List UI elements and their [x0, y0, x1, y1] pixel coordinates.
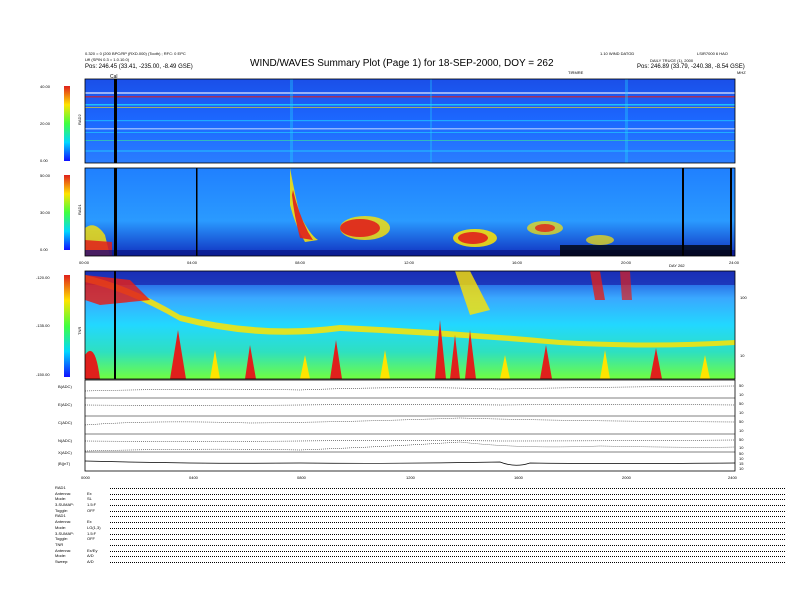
line-panel-right: 10: [739, 392, 744, 397]
line-panel-label: E(ADC): [58, 402, 72, 407]
line-panel-right: 10: [739, 428, 744, 433]
line-panel-right: 50: [739, 383, 744, 388]
rad1-tick: 0.00: [40, 247, 48, 252]
bottom-time-tick: 2000: [622, 475, 631, 480]
rad2-spectrogram: [85, 79, 735, 163]
time-tick: 12:00: [404, 260, 415, 265]
rad1-label: RAD1: [77, 204, 82, 215]
bottom-time-tick: 1600: [514, 475, 523, 480]
rad1-colorbar: [64, 175, 70, 250]
line-panel-right: 10: [739, 466, 744, 471]
rad2-tick: 40.00: [40, 84, 51, 89]
bottom-time-tick: 0400: [189, 475, 198, 480]
bottom-time-tick: 2400: [728, 475, 737, 480]
line-panel-label: N(ADC): [58, 438, 72, 443]
tnr-label: TNR: [77, 326, 82, 335]
line-panel-label: C(ADC): [58, 420, 72, 425]
line-panel-right: 50: [739, 401, 744, 406]
time-tick: 24:00: [729, 260, 740, 265]
line-panel-label: B(ADC): [58, 384, 72, 389]
tnr-tick: -150.00: [36, 372, 50, 377]
rad2-colorbar: [64, 86, 70, 161]
tnr-right-tick: 100: [740, 295, 747, 300]
line-panel-right: 10: [739, 445, 744, 450]
rad1-tick: 30.00: [40, 210, 51, 215]
tnr-colorbar: [64, 275, 70, 377]
time-tick: 16:00: [512, 260, 523, 265]
rad2-tick: 20.00: [40, 121, 51, 126]
line-panels: [84, 379, 736, 472]
tnr-spectrogram: [85, 271, 735, 379]
rad2-label: RAD2: [77, 114, 82, 125]
tnr-right-tick: 10: [740, 353, 745, 358]
time-tick: 04:00: [187, 260, 198, 265]
tnr-tick: -120.00: [36, 275, 50, 280]
rad1-spectrogram: [85, 168, 735, 256]
bottom-time-tick: 0000: [81, 475, 90, 480]
rad2-tick: 0.00: [40, 158, 48, 163]
rad1-tick: 50.00: [40, 173, 51, 178]
bottom-time-tick: 1200: [406, 475, 415, 480]
time-tick: 20:00: [621, 260, 632, 265]
time-tick: 08:00: [295, 260, 306, 265]
line-panel-right: 50: [739, 419, 744, 424]
line-panel-label: X(ADC): [58, 450, 72, 455]
line-panel-right: 10: [739, 410, 744, 415]
time-tick: 00:00: [79, 260, 90, 265]
bottom-time-tick: 0800: [297, 475, 306, 480]
line-panel-right: 50: [739, 437, 744, 442]
line-panel-label: |B|(nT): [58, 461, 71, 466]
tnr-tick: -135.00: [36, 323, 50, 328]
summary-plot: [64, 78, 736, 472]
